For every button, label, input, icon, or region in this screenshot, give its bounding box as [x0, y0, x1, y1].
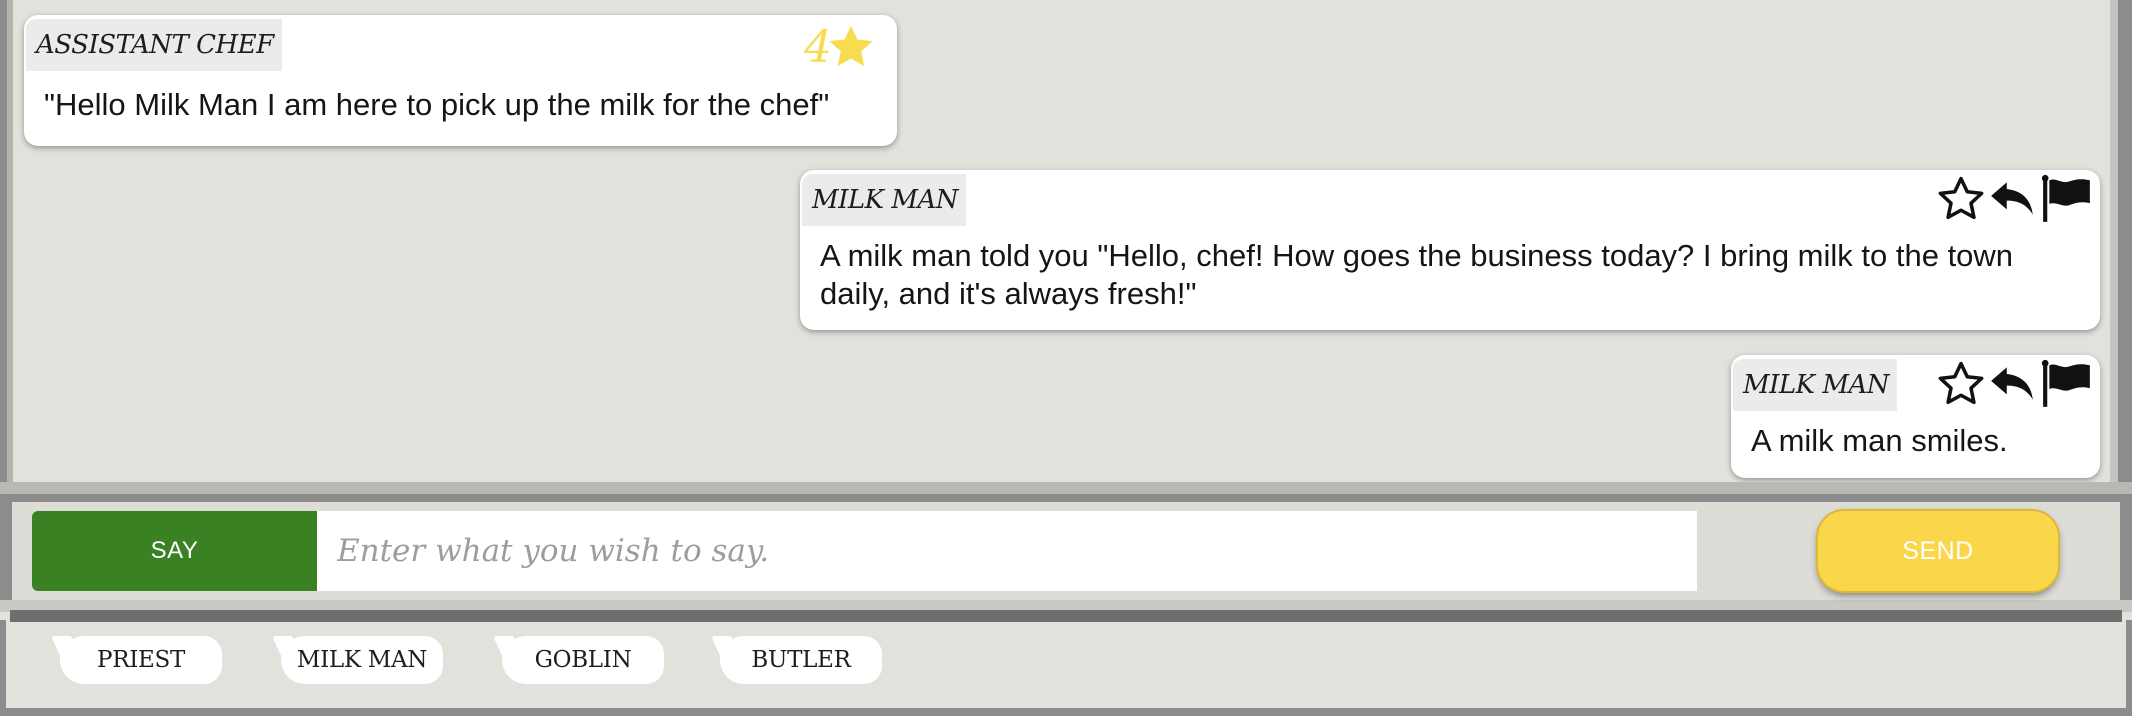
message-speaker: MILK MAN: [802, 174, 966, 226]
input-strip-border: [0, 494, 2132, 502]
message-text: A milk man told you "Hello, chef! How go…: [820, 238, 2014, 311]
star-outline-icon[interactable]: [1936, 359, 1986, 409]
message-rating: 4: [804, 17, 876, 77]
chat-message-milk-man: MILK MAN A milk man told you "Hello, che…: [800, 170, 2100, 330]
message-speaker: MILK MAN: [1733, 359, 1897, 411]
character-chip-label: GOBLIN: [534, 647, 632, 673]
send-button[interactable]: SEND: [1818, 511, 2058, 591]
frame-right-edge: [2126, 620, 2132, 716]
message-text: A milk man smiles.: [1751, 423, 2008, 458]
flag-icon[interactable]: [2040, 359, 2094, 409]
character-chip-priest[interactable]: PRIEST: [60, 636, 222, 684]
message-actions: [1936, 359, 2094, 409]
character-chip-label: BUTLER: [751, 647, 851, 673]
message-input[interactable]: [317, 511, 1697, 591]
message-actions: [1936, 174, 2094, 224]
frame-left-edge: [0, 0, 13, 482]
input-strip-border: [2120, 502, 2132, 612]
character-chip-butler[interactable]: BUTLER: [720, 636, 882, 684]
frame-bottom-edge: [0, 708, 2132, 716]
character-chip-label: MILK MAN: [296, 647, 428, 673]
star-outline-icon[interactable]: [1936, 174, 1986, 224]
reply-arrow-icon[interactable]: [1988, 174, 2038, 224]
flag-icon[interactable]: [2040, 174, 2094, 224]
character-chip-goblin[interactable]: GOBLIN: [502, 636, 664, 684]
character-chip-milk-man[interactable]: MILK MAN: [281, 636, 443, 684]
frame-left-edge: [0, 620, 6, 716]
frame-right-edge: [2110, 0, 2132, 482]
input-strip-border: [0, 502, 12, 612]
chat-message-milk-man: MILK MAN A milk man smiles.: [1731, 355, 2100, 478]
input-strip-border: [10, 610, 2122, 622]
star-filled-icon: [826, 22, 876, 72]
chat-message-assistant-chef: ASSISTANT CHEF 4 "Hello Milk Man I am he…: [24, 15, 897, 146]
character-chip-label: PRIEST: [97, 647, 185, 673]
message-speaker: ASSISTANT CHEF: [26, 19, 282, 71]
character-list: PRIEST MILK MAN GOBLIN BUTLER: [0, 622, 2132, 708]
message-text: "Hello Milk Man I am here to pick up the…: [44, 87, 830, 122]
reply-arrow-icon[interactable]: [1988, 359, 2038, 409]
say-mode-button[interactable]: SAY: [32, 511, 317, 591]
